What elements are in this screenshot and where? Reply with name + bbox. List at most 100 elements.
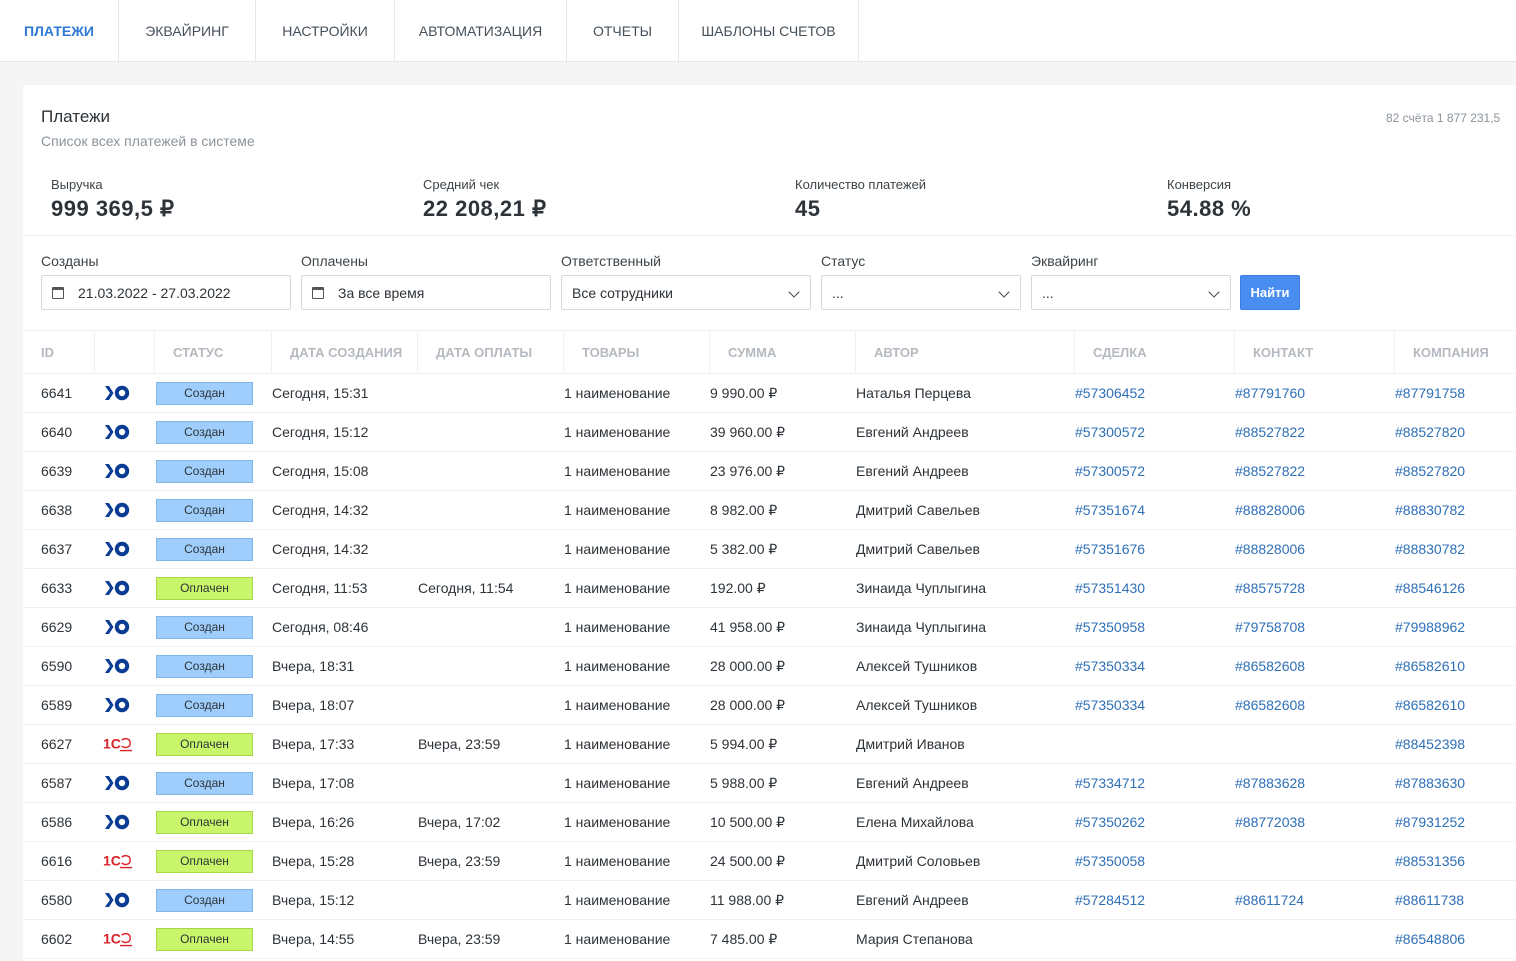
goods-count[interactable]: 1 наименование: [564, 491, 670, 529]
company-link[interactable]: #88527820: [1395, 452, 1465, 490]
goods-count[interactable]: 1 наименование: [564, 881, 670, 919]
company-link[interactable]: #88830782: [1395, 491, 1465, 529]
header-col-paid[interactable]: ДАТА ОПЛАТЫ: [418, 331, 564, 374]
contact-link[interactable]: #86582608: [1235, 686, 1305, 724]
tab-3[interactable]: АВТОМАТИЗАЦИЯ: [395, 0, 567, 61]
deal-link[interactable]: #57350958: [1075, 608, 1145, 646]
goods-count[interactable]: 1 наименование: [564, 842, 670, 880]
stat-payments-count[interactable]: Количество платежей 45: [767, 173, 1139, 236]
stat-conversion[interactable]: Конверсия 54.88 %: [1139, 173, 1511, 236]
status-select[interactable]: ...: [821, 275, 1021, 310]
company-link[interactable]: #86582610: [1395, 686, 1465, 724]
table-row[interactable]: 6587 Создан Вчера, 17:08 1 наименование …: [23, 764, 1516, 803]
goods-count[interactable]: 1 наименование: [564, 452, 670, 490]
header-col-contact[interactable]: КОНТАКТ: [1235, 331, 1395, 374]
goods-count[interactable]: 1 наименование: [564, 530, 670, 568]
table-row[interactable]: 6589 Создан Вчера, 18:07 1 наименование …: [23, 686, 1516, 725]
table-row[interactable]: 6640 Создан Сегодня, 15:12 1 наименовани…: [23, 413, 1516, 452]
table-row[interactable]: 6641 Создан Сегодня, 15:31 1 наименовани…: [23, 374, 1516, 413]
header-col-status[interactable]: СТАТУС: [155, 331, 272, 374]
deal-link[interactable]: #57300572: [1075, 413, 1145, 451]
find-button[interactable]: Найти: [1240, 275, 1300, 310]
header-col-sum[interactable]: СУММА: [710, 331, 856, 374]
table-row[interactable]: 6586 Оплачен Вчера, 16:26 Вчера, 17:02 1…: [23, 803, 1516, 842]
stat-average-check[interactable]: Средний чек 22 208,21 ₽: [395, 173, 767, 236]
deal-link[interactable]: #57284512: [1075, 881, 1145, 919]
goods-count[interactable]: 1 наименование: [564, 803, 670, 841]
contact-link[interactable]: #88527822: [1235, 452, 1305, 490]
goods-count[interactable]: 1 наименование: [564, 374, 670, 412]
table-row[interactable]: 6616 1С Оплачен Вчера, 15:28 Вчера, 23:5…: [23, 842, 1516, 881]
acquiring-select[interactable]: ...: [1031, 275, 1231, 310]
tab-4[interactable]: ОТЧЕТЫ: [567, 0, 679, 61]
goods-count[interactable]: 1 наименование: [564, 413, 670, 451]
goods-count[interactable]: 1 наименование: [564, 647, 670, 685]
table-row[interactable]: 6637 Создан Сегодня, 14:32 1 наименовани…: [23, 530, 1516, 569]
deal-link[interactable]: #57300572: [1075, 452, 1145, 490]
created-date: Сегодня, 15:31: [272, 385, 369, 401]
goods-count[interactable]: 1 наименование: [564, 764, 670, 802]
company-link[interactable]: #88531356: [1395, 842, 1465, 880]
created-date-range-input[interactable]: 21.03.2022 - 27.03.2022: [41, 275, 291, 310]
company-link[interactable]: #88611738: [1395, 881, 1464, 919]
contact-link[interactable]: #88772038: [1235, 803, 1305, 841]
company-link[interactable]: #88527820: [1395, 413, 1465, 451]
deal-link[interactable]: #57350262: [1075, 803, 1145, 841]
1c-logo-icon: 1С: [103, 736, 133, 752]
contact-link[interactable]: #88611724: [1235, 881, 1304, 919]
tab-2[interactable]: НАСТРОЙКИ: [256, 0, 395, 61]
tab-5[interactable]: ШАБЛОНЫ СЧЕТОВ: [679, 0, 859, 61]
header-col-id[interactable]: ID: [23, 331, 95, 374]
goods-count[interactable]: 1 наименование: [564, 686, 670, 724]
company-link[interactable]: #87883630: [1395, 764, 1465, 802]
table-row[interactable]: 6629 Создан Сегодня, 08:46 1 наименовани…: [23, 608, 1516, 647]
contact-link[interactable]: #87883628: [1235, 764, 1305, 802]
deal-link[interactable]: #57351674: [1075, 491, 1145, 529]
responsible-select[interactable]: Все сотрудники: [561, 275, 811, 310]
header-col-created[interactable]: ДАТА СОЗДАНИЯ: [272, 331, 418, 374]
deal-link[interactable]: #57350334: [1075, 647, 1145, 685]
deal-link[interactable]: #57334712: [1075, 764, 1145, 802]
tab-0[interactable]: ПЛАТЕЖИ: [0, 0, 119, 61]
deal-link[interactable]: #57306452: [1075, 374, 1145, 412]
header-col-goods[interactable]: ТОВАРЫ: [564, 331, 710, 374]
table-row[interactable]: 6602 1С Оплачен Вчера, 14:55 Вчера, 23:5…: [23, 920, 1516, 959]
company-link[interactable]: #79988962: [1395, 608, 1465, 646]
contact-link[interactable]: #88527822: [1235, 413, 1305, 451]
table-row[interactable]: 6590 Создан Вчера, 18:31 1 наименование …: [23, 647, 1516, 686]
table-row[interactable]: 6638 Создан Сегодня, 14:32 1 наименовани…: [23, 491, 1516, 530]
company-link[interactable]: #88830782: [1395, 530, 1465, 568]
table-row[interactable]: 6633 Оплачен Сегодня, 11:53 Сегодня, 11:…: [23, 569, 1516, 608]
contact-link[interactable]: #88575728: [1235, 569, 1305, 607]
goods-count[interactable]: 1 наименование: [564, 569, 670, 607]
company-link[interactable]: #86548806: [1395, 920, 1465, 958]
contact-link[interactable]: #86582608: [1235, 647, 1305, 685]
paid-date-range-input[interactable]: За все время: [301, 275, 551, 310]
header-col-author[interactable]: АВТОР: [856, 331, 1075, 374]
contact-link[interactable]: #87791760: [1235, 374, 1305, 412]
deal-link[interactable]: #57350334: [1075, 686, 1145, 724]
tab-1[interactable]: ЭКВАЙРИНГ: [119, 0, 256, 61]
contact-link[interactable]: #88828006: [1235, 530, 1305, 568]
contact-link[interactable]: #88828006: [1235, 491, 1305, 529]
table-row[interactable]: 6627 1С Оплачен Вчера, 17:33 Вчера, 23:5…: [23, 725, 1516, 764]
table-row[interactable]: 6639 Создан Сегодня, 15:08 1 наименовани…: [23, 452, 1516, 491]
header-col-company[interactable]: КОМПАНИЯ: [1395, 331, 1516, 374]
payment-sum: 28 000.00 ₽: [710, 696, 786, 713]
deal-link[interactable]: #57351430: [1075, 569, 1145, 607]
yookassa-logo-icon: [105, 775, 130, 791]
deal-link[interactable]: #57350058: [1075, 842, 1145, 880]
deal-link[interactable]: #57351676: [1075, 530, 1145, 568]
company-link[interactable]: #88546126: [1395, 569, 1465, 607]
table-row[interactable]: 6580 Создан Вчера, 15:12 1 наименование …: [23, 881, 1516, 920]
company-link[interactable]: #87931252: [1395, 803, 1465, 841]
contact-link[interactable]: #79758708: [1235, 608, 1305, 646]
header-col-deal[interactable]: СДЕЛКА: [1075, 331, 1235, 374]
company-link[interactable]: #86582610: [1395, 647, 1465, 685]
goods-count[interactable]: 1 наименование: [564, 920, 670, 958]
stat-revenue[interactable]: Выручка 999 369,5 ₽: [23, 173, 395, 236]
goods-count[interactable]: 1 наименование: [564, 608, 670, 646]
company-link[interactable]: #88452398: [1395, 725, 1465, 763]
company-link[interactable]: #87791758: [1395, 374, 1465, 412]
goods-count[interactable]: 1 наименование: [564, 725, 670, 763]
